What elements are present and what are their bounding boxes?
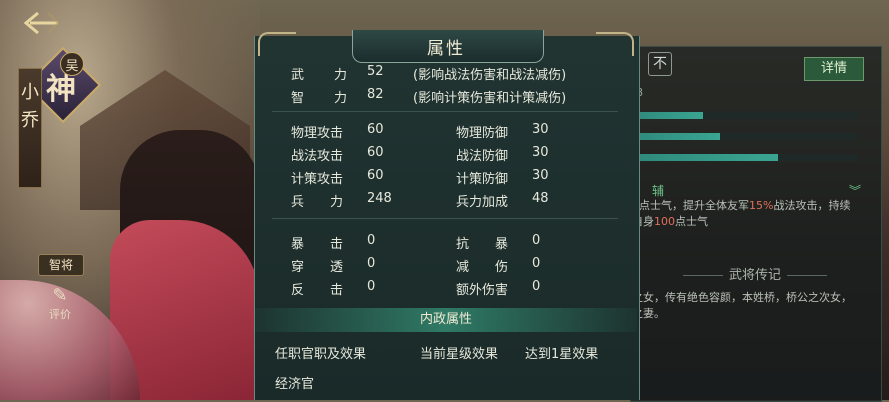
skill-text-highlight: 100 [654,215,675,228]
stat-value: 60 [367,145,384,160]
stat-label: 物理攻击 [291,126,344,141]
office-name: 经济官 [275,377,315,392]
stat-label: 反 击 [291,283,344,298]
hero-name-char: 乔 [21,110,39,131]
stat-label: 力 [334,91,348,106]
stat-note: (影响战法伤害和战法减伤) [413,68,567,83]
skill-label: 辅 [652,184,665,198]
stat-label: 物理防御 [456,126,509,141]
stat-bar-fill [636,112,703,119]
stat-value: 30 [532,168,549,183]
back-arrow-icon [23,11,60,35]
review-label: 评价 [49,308,71,321]
stat-value: 48 [532,191,549,206]
stat-bar [636,154,858,161]
detail-button[interactable]: 详情 [804,57,864,81]
edit-icon: ✎ [52,285,68,306]
stat-value: 60 [367,122,384,137]
stat-label: 战法攻击 [291,149,344,164]
stat-label: 兵 力 [291,195,344,210]
divider [272,218,618,219]
stat-note: (影响计策伤害和计策减伤) [413,91,567,106]
stat-value: 0 [532,233,541,248]
stat-bar-fill [636,133,721,140]
skill-text-part: 5点士气，提升全体友军 [632,199,749,212]
stat-label: 额外伤害 [456,283,509,298]
skill-text-highlight: 15% [749,199,774,212]
stat-value: 0 [532,256,541,271]
stat-label: 暴 击 [291,237,344,252]
bio-text: 之女，传有绝色容颜，本姓桥，桥公之次女， 之妻。 [632,290,864,322]
bio-line: 之女，传有绝色容颜，本姓桥，桥公之次女， [632,291,852,304]
stat-bar [636,133,858,140]
stat-label: 战法防御 [456,149,509,164]
chevron-down-icon[interactable]: ︾ [849,182,861,199]
divider [272,111,618,112]
stat-value: 248 [367,191,392,206]
skill-description: 5点士气，提升全体友军15%战法攻击，持续 自身100点士气 [632,198,862,230]
dialog-title: 属性 [427,39,465,59]
office-header: 任职官职及效果 [275,347,367,362]
office-header: 当前星级效果 [420,347,499,362]
bio-line: 之妻。 [632,307,665,320]
stat-value: 30 [532,145,549,160]
stat-value: 0 [367,279,376,294]
stat-value: 0 [532,279,541,294]
stat-value: 52 [367,64,384,79]
stat-value: 60 [367,168,384,183]
skill-text-part: 点士气 [675,215,708,228]
bio-title-text: 武将传记 [728,268,781,283]
stat-value: 82 [367,87,384,102]
dialog-header: 属性 [254,30,638,63]
review-button[interactable]: ✎ 评价 [42,286,78,322]
stat-bar [636,112,858,119]
stat-bar-fill [636,154,779,161]
stat-value: 0 [367,233,376,248]
stat-label: 智 [291,91,305,106]
stat-value: 0 [367,256,376,271]
stat-label: 减 伤 [456,260,509,275]
skill-text-part: 战法攻击，持续 [773,199,851,212]
stat-label: 力 [334,68,348,83]
hero-name-char: 小 [21,82,39,103]
back-button[interactable] [22,10,62,36]
stat-label: 武 [291,68,305,83]
stat-value: 30 [532,122,549,137]
stat-label: 抗 暴 [456,237,509,252]
stat-label: 兵力加成 [456,195,509,210]
stat-label: 计策攻击 [291,172,344,187]
stat-label: 计策防御 [456,172,509,187]
panel-icon: 不 [648,52,672,76]
rank-tag: 智将 [38,254,84,276]
stat-label: 穿 透 [291,260,344,275]
section-header: 内政属性 [255,308,637,332]
faction-badge: 吴 [60,52,84,76]
office-header: 达到1星效果 [525,347,599,362]
bio-title: 武将传记 [640,264,870,283]
hero-name-plate: 小 乔 [18,68,42,188]
